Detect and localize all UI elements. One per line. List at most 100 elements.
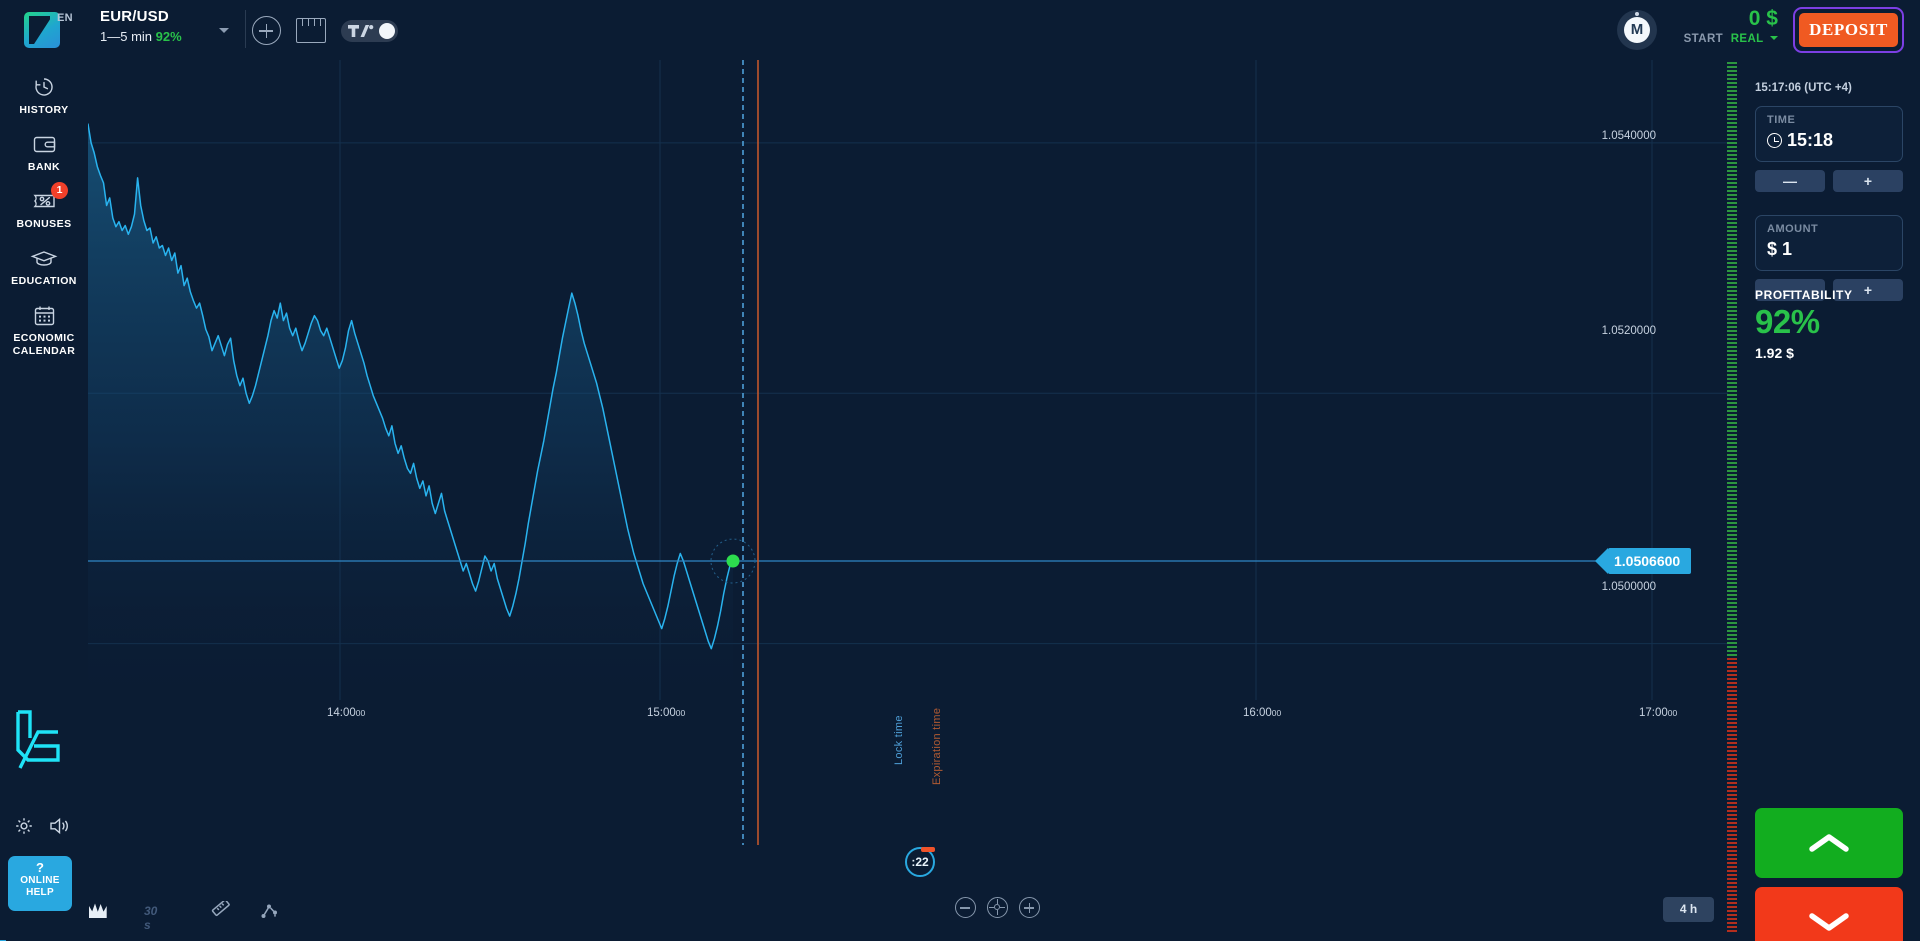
crosshair-fit-icon[interactable]: [987, 897, 1008, 918]
ladder-tick: [1727, 270, 1737, 273]
ladder-tick: [1727, 622, 1737, 625]
wallet-icon: [0, 131, 88, 157]
sidebar-item-label: ECONOMIC CALENDAR: [12, 332, 76, 357]
ladder-tick: [1727, 866, 1737, 869]
amount-field[interactable]: AMOUNT $ 1: [1755, 215, 1903, 271]
buy-up-button[interactable]: [1755, 808, 1903, 878]
ladder-tick: [1727, 238, 1737, 241]
ladder-tick: [1727, 822, 1737, 825]
zoom-in-icon[interactable]: [1019, 897, 1040, 918]
ladder-tick: [1727, 514, 1737, 517]
ladder-tick: [1727, 574, 1737, 577]
ladder-tick: [1727, 862, 1737, 865]
balance-amount: 0 $: [1748, 7, 1778, 30]
ladder-tick: [1727, 666, 1737, 669]
ladder-tick: [1727, 366, 1737, 369]
profitability-caption: PROFITABILITY: [1755, 288, 1853, 302]
ladder-tick: [1727, 798, 1737, 801]
ladder-tick: [1727, 434, 1737, 437]
timeframe-button[interactable]: 4 h: [1663, 897, 1714, 922]
sell-down-button[interactable]: [1755, 887, 1903, 941]
clock-icon: [1767, 133, 1782, 148]
ladder-tick: [1727, 426, 1737, 429]
expiry-time-field[interactable]: TIME 15:18: [1755, 106, 1903, 162]
time-increase-button[interactable]: +: [1833, 170, 1903, 192]
ladder-tick: [1727, 734, 1737, 737]
sidebar-item-education[interactable]: EDUCATION: [0, 231, 88, 288]
balance-mode-prefix: START: [1683, 33, 1724, 45]
ladder-tick: [1727, 610, 1737, 613]
ladder-tick: [1727, 158, 1737, 161]
ladder-tick: [1727, 678, 1737, 681]
deposit-button[interactable]: DEPOSIT: [1799, 13, 1898, 47]
brand-logo-icon[interactable]: [24, 12, 60, 48]
ladder-tick: [1727, 918, 1737, 921]
asset-selector[interactable]: EUR/USD 1—5 min 92%: [100, 8, 200, 44]
ladder-tick: [1727, 770, 1737, 773]
ladder-tick: [1727, 346, 1737, 349]
ruler-pencil-icon[interactable]: [210, 899, 232, 926]
ladder-tick: [1727, 670, 1737, 673]
ladder-tick: [1727, 650, 1737, 653]
ladder-tick: [1727, 794, 1737, 797]
sidebar-item-bonuses[interactable]: 1 BONUSES: [0, 174, 88, 231]
chevron-down-icon[interactable]: [219, 28, 229, 33]
ladder-tick: [1727, 254, 1737, 257]
ladder-tick: [1727, 114, 1737, 117]
gear-icon[interactable]: [14, 816, 34, 841]
online-help-button[interactable]: ? ONLINE HELP: [8, 856, 72, 911]
language-label[interactable]: EN: [57, 12, 73, 24]
speaker-icon[interactable]: [48, 816, 70, 841]
ladder-tick: [1727, 282, 1737, 285]
ladder-tick: [1727, 842, 1737, 845]
ladder-tick: [1727, 730, 1737, 733]
deposit-highlight-ring: DEPOSIT: [1793, 7, 1904, 53]
x-axis-tick: 17:0000: [1639, 707, 1678, 719]
ladder-tick: [1727, 634, 1737, 637]
ladder-tick: [1727, 714, 1737, 717]
plus-circle-icon[interactable]: [252, 16, 281, 45]
tradingview-toggle[interactable]: [341, 20, 398, 42]
ladder-tick: [1727, 914, 1737, 917]
ladder-tick: [1727, 506, 1737, 509]
chart-canvas: [88, 60, 1728, 845]
ladder-tick: [1727, 422, 1737, 425]
sidebar-item-bank[interactable]: BANK: [0, 117, 88, 174]
ladder-tick: [1727, 398, 1737, 401]
ladder-tick: [1727, 450, 1737, 453]
ladder-tick: [1727, 154, 1737, 157]
ladder-tick: [1727, 686, 1737, 689]
price-chart[interactable]: 1.0540000 1.0520000 1.0500000 14:0000 15…: [88, 60, 1728, 941]
avatar-initial: M: [1624, 17, 1650, 43]
status-badge: 1: [51, 182, 68, 199]
screenshot-icon[interactable]: [296, 18, 326, 43]
zoom-out-icon[interactable]: [955, 897, 976, 918]
x-axis-tick: 16:0000: [1243, 707, 1282, 719]
ladder-tick: [1727, 738, 1737, 741]
ladder-tick: [1727, 246, 1737, 249]
ladder-tick: [1727, 414, 1737, 417]
ladder-tick: [1727, 182, 1737, 185]
asset-duration: 1—5 min: [100, 29, 153, 44]
tradingview-logo-icon: [348, 24, 374, 41]
ladder-tick: [1727, 662, 1737, 665]
avatar[interactable]: M: [1617, 10, 1657, 50]
ladder-tick: [1727, 78, 1737, 81]
sidebar-item-economic-calendar[interactable]: ECONOMIC CALENDAR: [0, 288, 88, 358]
ladder-tick: [1727, 906, 1737, 909]
ladder-tick: [1727, 310, 1737, 313]
time-decrease-button[interactable]: —: [1755, 170, 1825, 192]
expiry-time-value: 15:18: [1787, 130, 1834, 150]
top-bar: EN EUR/USD 1—5 min 92% M 0 $ START REAL …: [0, 0, 1920, 60]
bar-chart-icon[interactable]: [88, 901, 108, 924]
ladder-tick: [1727, 886, 1737, 889]
current-price-tag: 1.0506600: [1594, 548, 1692, 575]
ladder-tick: [1727, 638, 1737, 641]
tick-interval-label[interactable]: 30 s: [144, 904, 157, 932]
ladder-tick: [1727, 70, 1737, 73]
sidebar-item-history[interactable]: HISTORY: [0, 60, 88, 117]
ladder-tick: [1727, 390, 1737, 393]
ladder-tick: [1727, 210, 1737, 213]
indicators-icon[interactable]: [258, 901, 280, 926]
balance-selector[interactable]: 0 $ START REAL: [1663, 8, 1778, 45]
